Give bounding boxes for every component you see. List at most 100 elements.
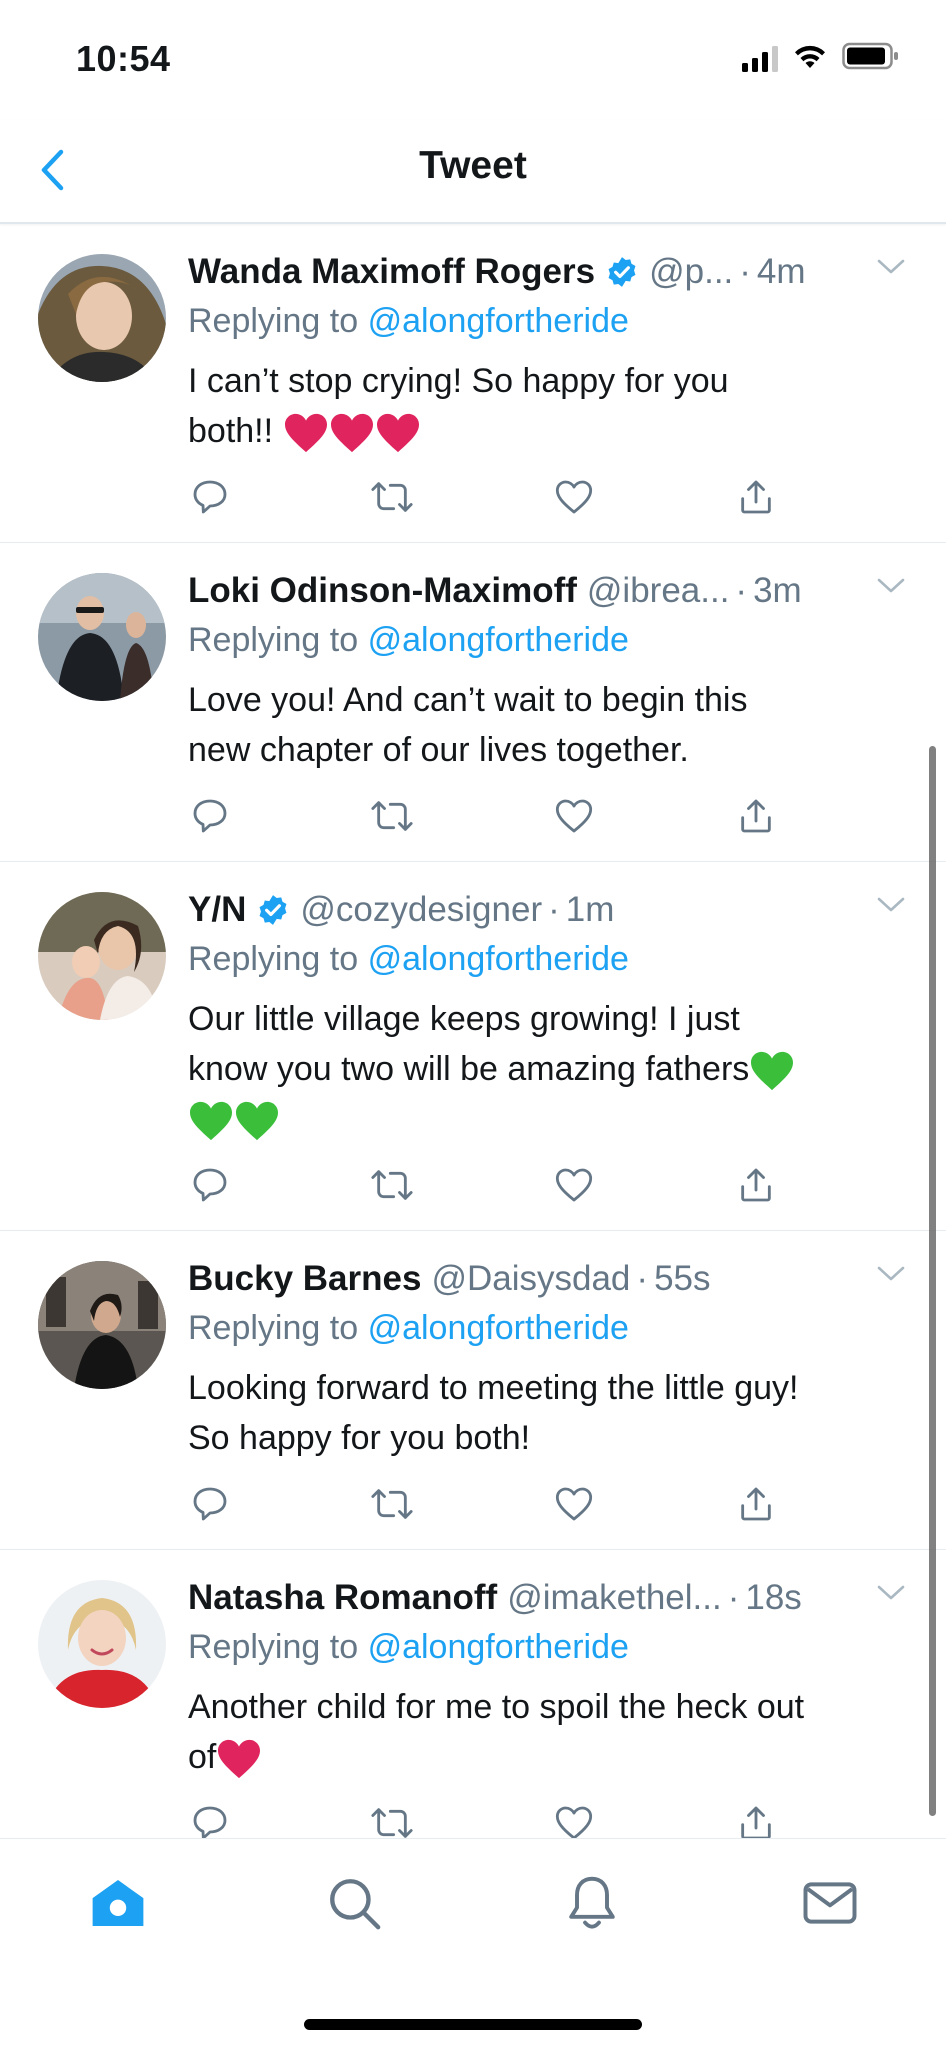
green-heart-icon	[236, 1101, 278, 1141]
reply-button[interactable]	[188, 475, 232, 519]
replying-to: Replying to @alongfortheride	[188, 940, 629, 978]
display-name[interactable]: Natasha Romanoff	[188, 1578, 497, 1618]
more-options-button[interactable]	[876, 1584, 906, 1607]
scrollbar[interactable]	[929, 746, 936, 1816]
retweet-button[interactable]	[370, 794, 414, 838]
retweet-icon	[371, 1170, 413, 1200]
comment-icon	[193, 799, 227, 833]
tweet-actions	[188, 1800, 778, 1838]
share-button[interactable]	[734, 475, 778, 519]
reply-button[interactable]	[188, 794, 232, 838]
heart-icon	[555, 1806, 593, 1838]
green-heart-icon	[751, 1051, 794, 1091]
reply-button[interactable]	[188, 1482, 232, 1526]
more-options-button[interactable]	[876, 258, 906, 281]
tweet-actions	[188, 1481, 778, 1527]
heart-icon	[555, 799, 593, 833]
timestamp: 3m	[753, 571, 802, 610]
share-button[interactable]	[734, 1163, 778, 1207]
like-button[interactable]	[552, 1163, 596, 1207]
chevron-down-icon	[877, 578, 905, 593]
avatar[interactable]	[38, 573, 166, 701]
tweet-actions	[188, 793, 778, 839]
avatar[interactable]	[38, 1261, 166, 1389]
wifi-icon	[792, 42, 828, 75]
mention-link[interactable]: @alongfortheride	[368, 1628, 629, 1666]
separator-dot: ·	[735, 571, 748, 610]
display-name[interactable]: Y/N	[188, 890, 246, 930]
status-icons	[742, 42, 900, 75]
reply-item[interactable]: Loki Odinson-Maximoff @ibrea... · 3m Rep…	[0, 543, 946, 862]
red-heart-icon	[218, 1739, 261, 1779]
tweet-text: Our little village keeps growing! I just…	[188, 994, 906, 1144]
tweet-text: Another child for me to spoil the heck o…	[188, 1682, 906, 1782]
handle: @ibrea...	[586, 571, 730, 610]
timestamp: 1m	[565, 890, 615, 929]
reply-item[interactable]: Natasha Romanoff @imakethel... · 18s Rep…	[0, 1550, 946, 1838]
more-options-button[interactable]	[876, 577, 906, 600]
replying-to: Replying to @alongfortheride	[188, 621, 629, 659]
share-icon	[741, 799, 771, 833]
retweet-button[interactable]	[370, 1801, 414, 1838]
reply-content: Y/N @cozydesigner · 1m Replying to @alon…	[188, 886, 906, 1144]
display-name[interactable]: Loki Odinson-Maximoff	[188, 571, 577, 611]
heart-icon	[555, 480, 593, 514]
tab-home[interactable]	[86, 1871, 150, 1935]
share-icon	[741, 480, 771, 514]
avatar[interactable]	[38, 1580, 166, 1708]
display-name[interactable]: Wanda Maximoff Rogers	[188, 252, 595, 292]
tweet-text: Love you! And can’t wait to begin this n…	[188, 681, 748, 769]
mention-link[interactable]: @alongfortheride	[368, 302, 629, 340]
avatar[interactable]	[38, 254, 166, 382]
mention-link[interactable]: @alongfortheride	[368, 621, 629, 659]
like-button[interactable]	[552, 475, 596, 519]
timestamp: 4m	[756, 252, 806, 291]
tweet-text: I can’t stop crying! So happy for you bo…	[188, 356, 906, 456]
share-button[interactable]	[734, 794, 778, 838]
reply-header: Bucky Barnes @Daisysdad · 55s	[188, 1255, 906, 1303]
chevron-down-icon	[877, 1585, 905, 1600]
like-button[interactable]	[552, 1801, 596, 1838]
retweet-icon	[371, 1808, 413, 1838]
tab-search[interactable]	[322, 1871, 386, 1935]
reply-item[interactable]: Wanda Maximoff Rogers @p... · 4m Replyin…	[0, 224, 946, 543]
tab-notifications[interactable]	[560, 1871, 624, 1935]
retweet-icon	[371, 801, 413, 831]
reply-header: Loki Odinson-Maximoff @ibrea... · 3m	[188, 567, 906, 615]
battery-icon	[842, 42, 900, 75]
avatar[interactable]	[38, 892, 166, 1020]
reply-item[interactable]: Y/N @cozydesigner · 1m Replying to @alon…	[0, 862, 946, 1231]
reply-content: Bucky Barnes @Daisysdad · 55s Replying t…	[188, 1255, 906, 1463]
comment-icon	[193, 1806, 227, 1838]
home-indicator[interactable]	[304, 2019, 642, 2030]
tweet-actions	[188, 474, 778, 520]
retweet-icon	[371, 1489, 413, 1519]
like-button[interactable]	[552, 794, 596, 838]
tab-messages[interactable]	[798, 1871, 862, 1935]
share-button[interactable]	[734, 1482, 778, 1526]
mention-link[interactable]: @alongfortheride	[368, 940, 629, 978]
nav-header: Tweet	[0, 120, 946, 224]
retweet-button[interactable]	[370, 475, 414, 519]
reply-button[interactable]	[188, 1163, 232, 1207]
like-button[interactable]	[552, 1482, 596, 1526]
reply-item[interactable]: Bucky Barnes @Daisysdad · 55s Replying t…	[0, 1231, 946, 1550]
more-options-button[interactable]	[876, 1265, 906, 1288]
reply-content: Natasha Romanoff @imakethel... · 18s Rep…	[188, 1574, 906, 1782]
handle: @cozydesigner	[300, 890, 543, 929]
retweet-button[interactable]	[370, 1482, 414, 1526]
status-time: 10:54	[76, 38, 171, 79]
mention-link[interactable]: @alongfortheride	[368, 1309, 629, 1347]
status-bar: 10:54	[0, 0, 946, 120]
notifications-icon	[569, 1876, 615, 1929]
share-icon	[741, 1487, 771, 1521]
share-icon	[741, 1806, 771, 1838]
more-options-button[interactable]	[876, 896, 906, 919]
reply-button[interactable]	[188, 1801, 232, 1838]
retweet-button[interactable]	[370, 1163, 414, 1207]
display-name[interactable]: Bucky Barnes	[188, 1259, 421, 1299]
share-button[interactable]	[734, 1801, 778, 1838]
reply-header: Y/N @cozydesigner · 1m	[188, 886, 906, 934]
chevron-down-icon	[877, 259, 905, 274]
red-heart-icon	[330, 413, 373, 453]
